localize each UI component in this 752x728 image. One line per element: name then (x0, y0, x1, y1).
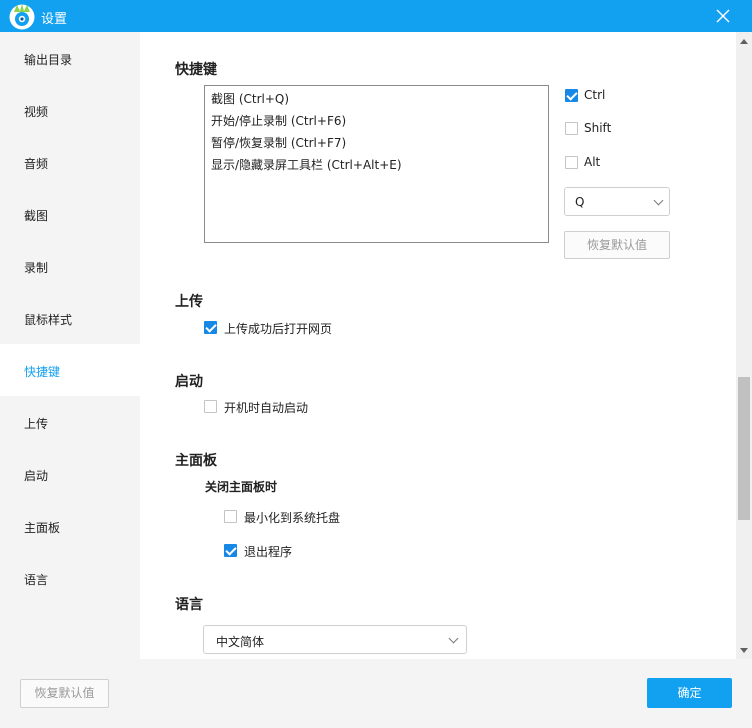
sidebar-item-hotkeys[interactable]: 快捷键 (0, 344, 140, 396)
sidebar-item-upload[interactable]: 上传 (0, 396, 140, 448)
open-page-after-upload-checkbox[interactable] (204, 321, 217, 334)
sidebar-item-label: 上传 (24, 417, 49, 431)
sidebar-item-audio[interactable]: 音频 (0, 136, 140, 188)
restore-hotkeys-button[interactable]: 恢复默认值 (564, 231, 670, 259)
section-title-startup: 启动 (175, 374, 203, 390)
sidebar-item-output-dir[interactable]: 输出目录 (0, 32, 140, 84)
sidebar-item-language[interactable]: 语言 (0, 552, 140, 604)
shift-label: Shift (584, 121, 612, 135)
ok-button[interactable]: 确定 (647, 678, 732, 708)
scroll-up-arrow-icon[interactable] (740, 39, 748, 44)
open-page-after-upload-label: 上传成功后打开网页 (224, 322, 333, 336)
scrollbar[interactable] (736, 32, 752, 659)
language-select[interactable]: 中文简体 (203, 625, 467, 654)
sidebar-item-label: 快捷键 (24, 365, 61, 379)
sidebar-item-label: 音频 (24, 157, 49, 171)
hotkey-item-pause-resume-record[interactable]: 暂停/恢复录制 (Ctrl+F7) (211, 134, 346, 151)
minimize-to-tray-radio[interactable] (224, 510, 237, 523)
exit-program-radio[interactable] (224, 544, 237, 557)
shift-checkbox[interactable] (565, 122, 578, 135)
chevron-down-icon (653, 195, 664, 206)
exit-program-label: 退出程序 (244, 545, 293, 559)
title-bar: 设置 (0, 0, 752, 32)
auto-start-label: 开机时自动启动 (224, 401, 309, 415)
section-title-main-panel: 主面板 (175, 453, 217, 469)
close-main-panel-label: 关闭主面板时 (205, 480, 278, 494)
hotkey-key-value: Q (575, 195, 585, 209)
ctrl-checkbox[interactable] (565, 89, 578, 102)
footer: 恢复默认值 确定 (0, 659, 752, 728)
sidebar-item-label: 输出目录 (24, 53, 73, 67)
section-title-hotkeys: 快捷键 (175, 62, 217, 78)
hotkey-item-toggle-toolbar[interactable]: 显示/隐藏录屏工具栏 (Ctrl+Alt+E) (211, 156, 402, 173)
section-title-upload: 上传 (175, 294, 203, 310)
sidebar-item-label: 主面板 (24, 521, 61, 535)
restore-defaults-button[interactable]: 恢复默认值 (20, 679, 109, 708)
settings-content: 快捷键 截图 (Ctrl+Q) 开始/停止录制 (Ctrl+F6) 暂停/恢复录… (140, 32, 736, 659)
ctrl-label: Ctrl (584, 88, 606, 102)
sidebar-item-cursor-style[interactable]: 鼠标样式 (0, 292, 140, 344)
hotkey-list[interactable]: 截图 (Ctrl+Q) 开始/停止录制 (Ctrl+F6) 暂停/恢复录制 (C… (204, 85, 549, 243)
sidebar-item-label: 语言 (24, 573, 49, 587)
sidebar-item-label: 启动 (24, 469, 49, 483)
hotkey-item-screenshot[interactable]: 截图 (Ctrl+Q) (211, 90, 289, 107)
sidebar-item-label: 录制 (24, 261, 49, 275)
minimize-to-tray-label: 最小化到系统托盘 (244, 511, 341, 525)
sidebar: 输出目录 视频 音频 截图 录制 鼠标样式 快捷键 上传 启动 主面板 语言 (0, 32, 140, 659)
window-title: 设置 (41, 12, 68, 27)
hotkey-key-select[interactable]: Q (564, 187, 670, 216)
alt-checkbox[interactable] (565, 156, 578, 169)
sidebar-item-video[interactable]: 视频 (0, 84, 140, 136)
alt-label: Alt (584, 155, 601, 169)
sidebar-item-screenshot[interactable]: 截图 (0, 188, 140, 240)
sidebar-item-label: 视频 (24, 105, 49, 119)
language-value: 中文简体 (216, 635, 265, 649)
auto-start-checkbox[interactable] (204, 400, 217, 413)
app-logo-icon (9, 4, 35, 30)
scroll-down-arrow-icon[interactable] (740, 648, 748, 653)
scrollbar-thumb[interactable] (738, 377, 750, 520)
sidebar-item-label: 截图 (24, 209, 49, 223)
sidebar-item-record[interactable]: 录制 (0, 240, 140, 292)
sidebar-item-main-panel[interactable]: 主面板 (0, 500, 140, 552)
close-icon[interactable] (712, 5, 734, 27)
hotkey-item-start-stop-record[interactable]: 开始/停止录制 (Ctrl+F6) (211, 112, 346, 129)
sidebar-item-label: 鼠标样式 (24, 313, 73, 327)
chevron-down-icon (448, 633, 459, 644)
section-title-language: 语言 (175, 597, 203, 613)
sidebar-item-startup[interactable]: 启动 (0, 448, 140, 500)
